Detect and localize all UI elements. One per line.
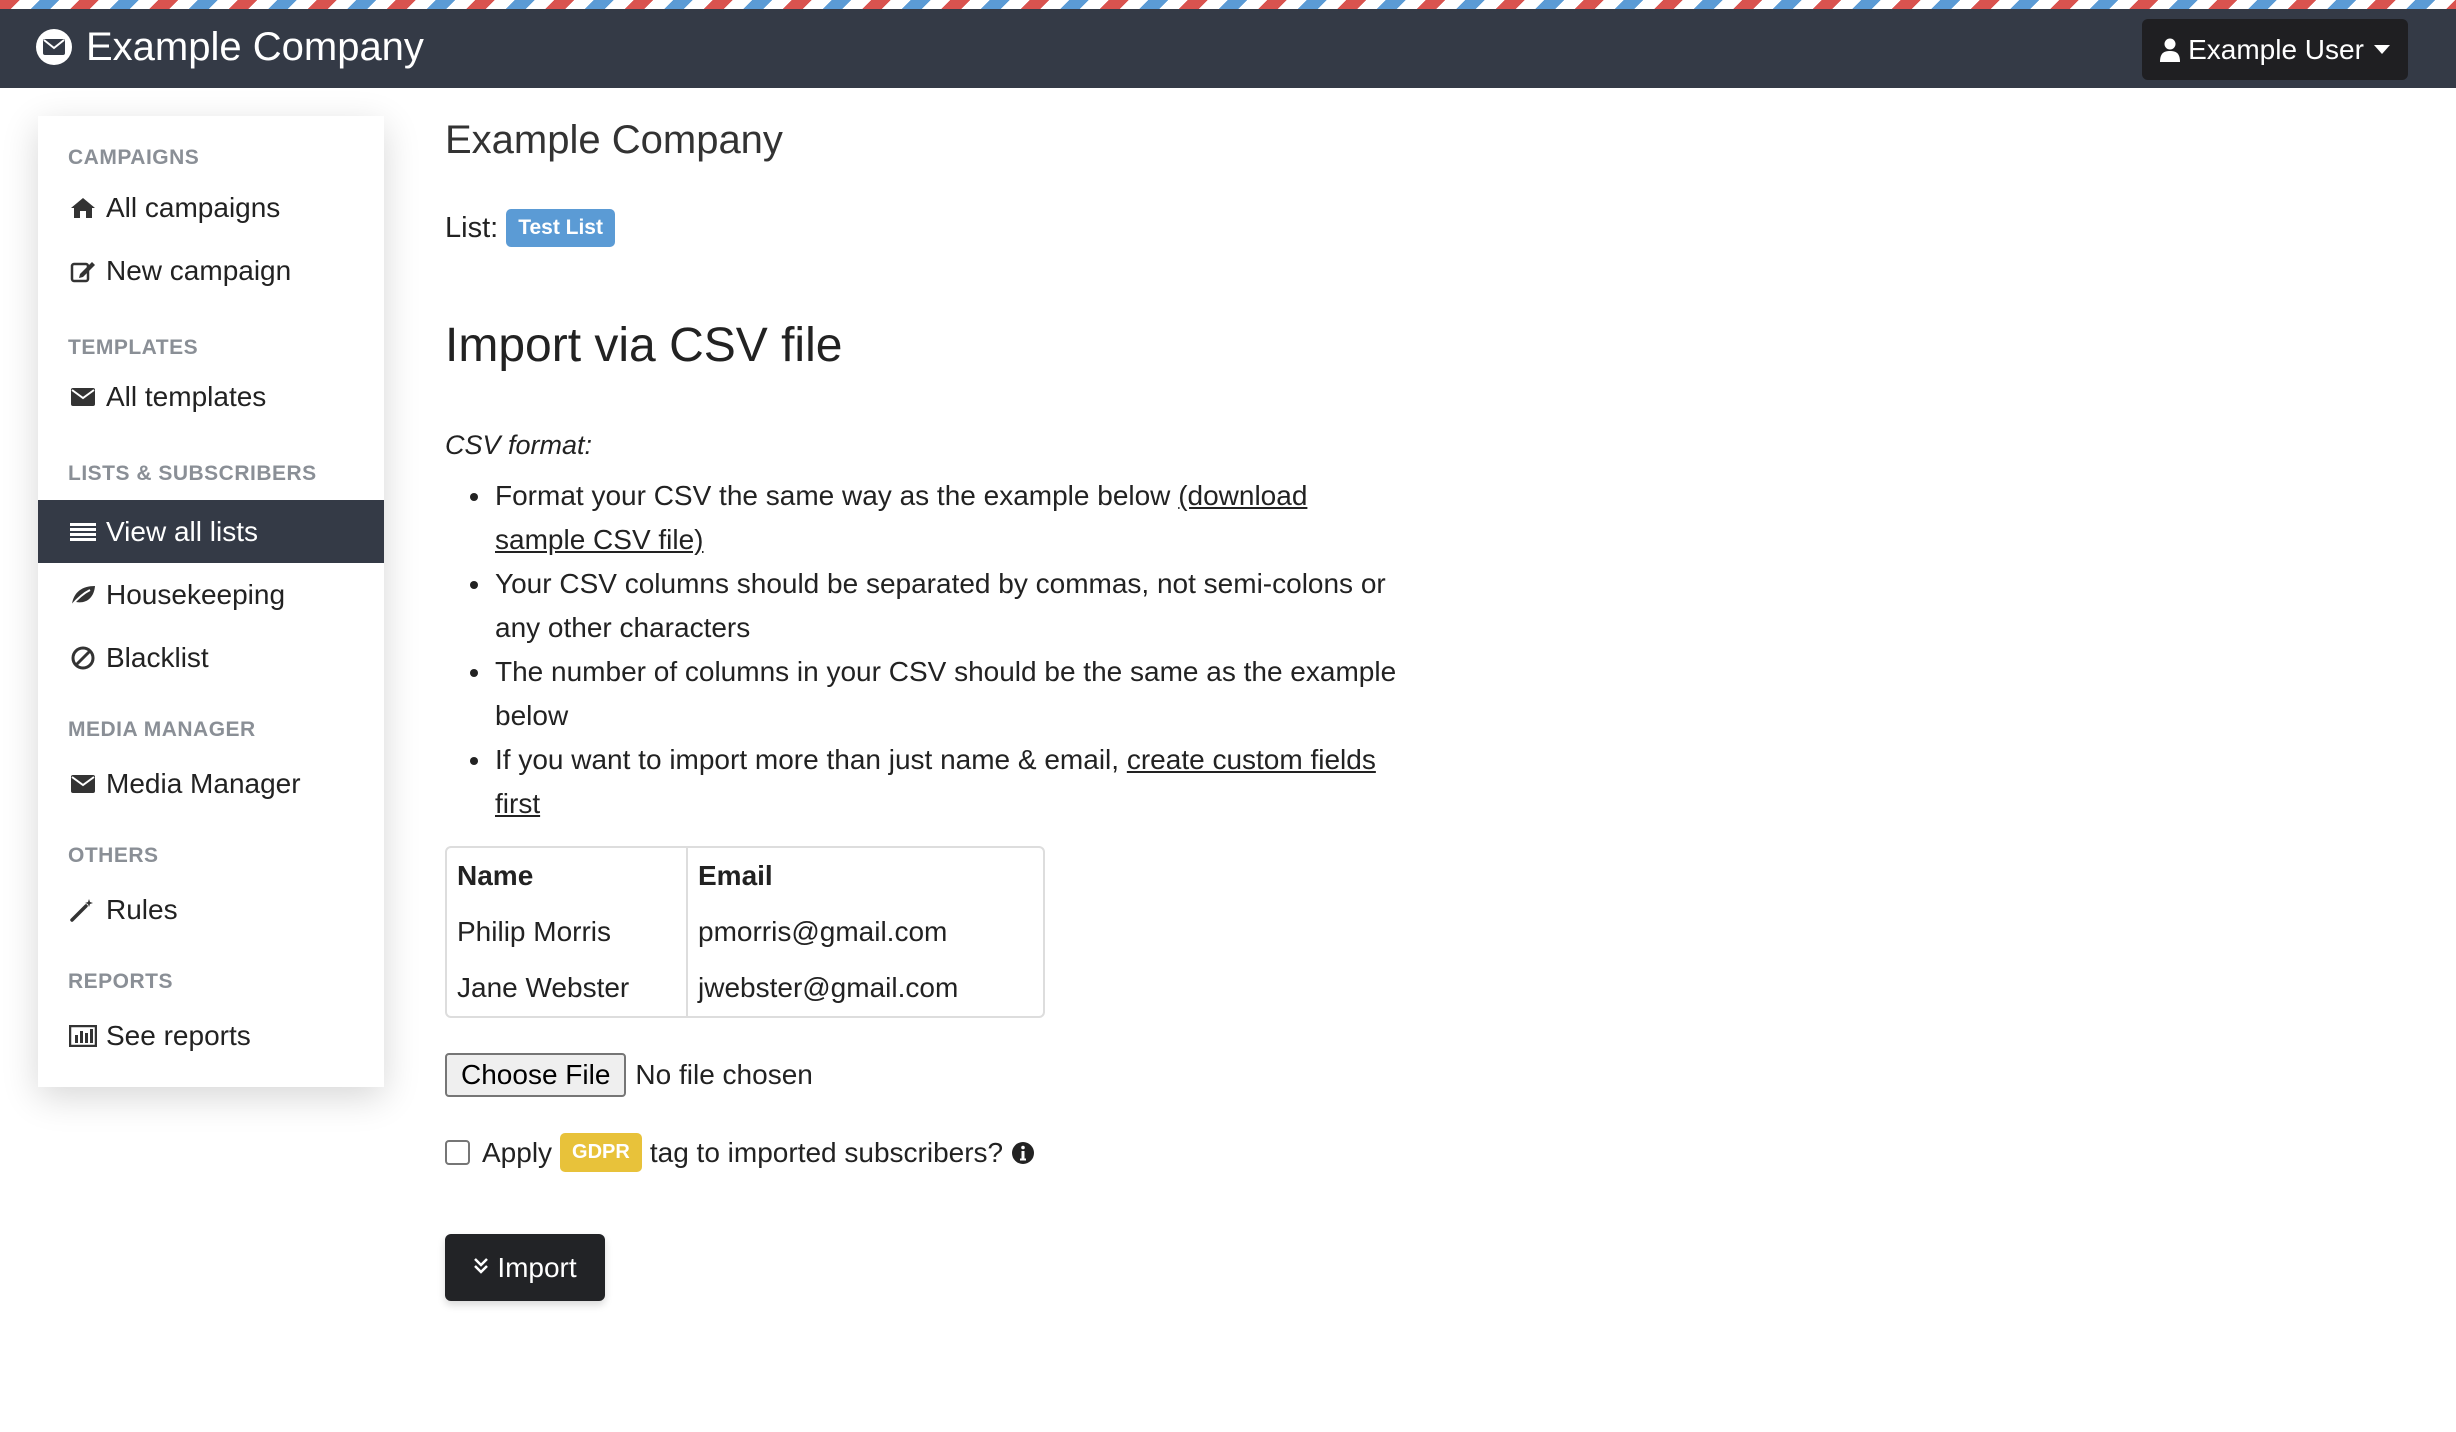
bar-chart-icon [68,1022,98,1050]
gdpr-checkbox[interactable] [445,1140,470,1165]
gdpr-suffix-label: tag to imported subscribers? [649,1136,1004,1168]
list-info: List: Test List [445,209,615,247]
sidebar-item-label: Blacklist [106,641,209,673]
sidebar-item-all-templates[interactable]: All templates [38,365,384,428]
sidebar-heading-campaigns: CAMPAIGNS [68,146,200,169]
sidebar-heading-lists: LISTS & SUBSCRIBERS [68,462,317,485]
chevron-down-icon [2373,45,2390,54]
instruction-text: Your CSV columns should be separated by … [495,568,1386,643]
sidebar: CAMPAIGNS All campaigns New campaign TEM… [38,116,384,1087]
sidebar-item-label: See reports [106,1019,251,1051]
gdpr-option: Apply GDPR tag to imported subscribers? [445,1133,1035,1172]
table-row: Philip Morris pmorris@gmail.com [447,904,1043,960]
header-stripe [0,0,2456,9]
list-label: List: [445,211,499,244]
cell-email: pmorris@gmail.com [698,916,948,947]
sidebar-item-label: All templates [106,380,267,412]
instruction-text: If you want to import more than just nam… [495,744,1127,775]
sidebar-item-all-campaigns[interactable]: All campaigns [38,176,384,239]
sidebar-item-media-manager[interactable]: Media Manager [38,752,384,815]
instruction-text: The number of columns in your CSV should… [495,656,1397,731]
sidebar-heading-reports: REPORTS [68,970,174,993]
gdpr-badge: GDPR [560,1133,642,1172]
list-item: If you want to import more than just nam… [445,738,1405,826]
info-icon[interactable] [1011,1141,1035,1165]
csv-format-label: CSV format: [445,430,593,460]
file-status: No file chosen [635,1059,813,1090]
envelope-logo-icon [36,29,72,65]
sidebar-heading-templates: TEMPLATES [68,336,199,359]
cell-email: jwebster@gmail.com [698,972,959,1003]
cell-name: Philip Morris [447,904,688,960]
sidebar-item-label: All campaigns [106,191,281,223]
list-item: Format your CSV the same way as the exam… [445,474,1405,562]
home-icon [68,194,98,222]
column-header-email: Email [698,860,773,891]
sidebar-item-label: Housekeeping [106,578,286,610]
sidebar-item-see-reports[interactable]: See reports [38,1004,384,1067]
list-item: Your CSV columns should be separated by … [445,562,1405,650]
sidebar-item-view-all-lists[interactable]: View all lists [38,500,384,563]
csv-instructions: Format your CSV the same way as the exam… [445,474,1405,826]
import-button[interactable]: Import [445,1234,605,1301]
magic-wand-icon [68,896,98,924]
sidebar-heading-media: MEDIA MANAGER [68,718,256,741]
column-header-name: Name [447,848,688,904]
sidebar-item-rules[interactable]: Rules [38,878,384,941]
user-menu-button[interactable]: Example User [2142,19,2408,80]
leaf-icon [68,581,98,609]
table-row: Jane Webster jwebster@gmail.com [447,960,1043,1016]
sample-csv-table: Name Email Philip Morris pmorris@gmail.c… [445,846,1045,1018]
sidebar-item-housekeeping[interactable]: Housekeeping [38,563,384,626]
edit-icon [68,257,98,285]
list-badge[interactable]: Test List [506,209,615,247]
top-navbar: Example Company Example User [0,9,2456,88]
brand-title: Example Company [86,24,424,69]
sidebar-item-label: View all lists [106,515,258,547]
instruction-text: Format your CSV the same way as the exam… [495,480,1179,511]
page-title: Example Company [445,118,783,162]
file-input: Choose File No file chosen [445,1053,813,1097]
section-title: Import via CSV file [445,319,843,372]
list-item: The number of columns in your CSV should… [445,650,1405,738]
import-button-label: Import [497,1251,577,1283]
envelope-icon [68,770,98,798]
sidebar-item-label: Media Manager [106,767,301,799]
cell-name: Jane Webster [447,960,688,1016]
sidebar-item-label: New campaign [106,254,292,286]
choose-file-button[interactable]: Choose File [445,1053,627,1097]
user-name: Example User [2188,33,2364,65]
gdpr-apply-label: Apply [482,1136,553,1168]
ban-icon [68,644,98,672]
brand[interactable]: Example Company [36,21,424,73]
table-header-row: Name Email [447,848,1043,904]
user-icon [2160,38,2181,62]
list-icon [68,518,98,546]
sidebar-item-blacklist[interactable]: Blacklist [38,626,384,689]
sidebar-item-label: Rules [106,893,178,925]
envelope-icon [68,383,98,411]
sidebar-item-new-campaign[interactable]: New campaign [38,239,384,302]
double-chevron-down-icon [473,1255,489,1281]
sidebar-heading-others: OTHERS [68,844,159,867]
